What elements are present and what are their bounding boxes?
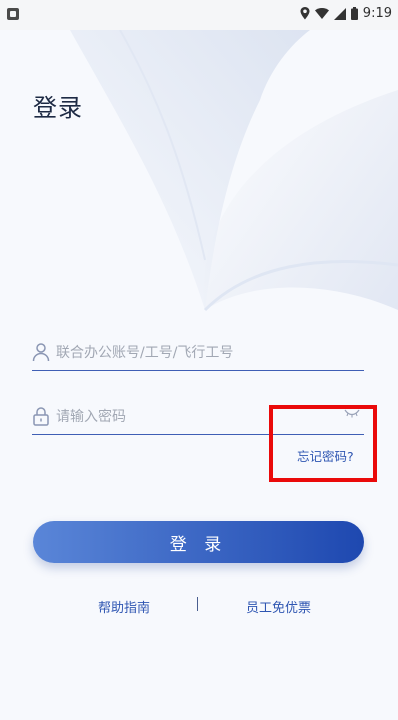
forgot-password-link[interactable]: 忘记密码? — [297, 446, 354, 465]
help-guide-link[interactable]: 帮助指南 — [98, 597, 150, 616]
battery-icon — [350, 7, 358, 20]
signal-icon — [333, 7, 346, 20]
status-bar: 9:19 — [0, 0, 398, 30]
location-icon — [300, 7, 310, 20]
forgot-password-highlight-box — [269, 405, 377, 482]
wifi-icon — [314, 8, 329, 19]
user-icon — [32, 343, 50, 362]
page-title: 登录 — [33, 94, 83, 122]
background-swoosh-graphic — [70, 30, 398, 312]
employee-perk-link[interactable]: 员工免优票 — [246, 597, 311, 616]
login-button[interactable]: 登 录 — [33, 521, 364, 563]
account-field — [32, 334, 364, 371]
status-time: 9:19 — [362, 6, 392, 21]
account-input[interactable] — [54, 338, 348, 368]
lock-icon — [33, 407, 49, 426]
footer-divider — [197, 597, 198, 611]
app-notification-icon — [7, 8, 19, 20]
